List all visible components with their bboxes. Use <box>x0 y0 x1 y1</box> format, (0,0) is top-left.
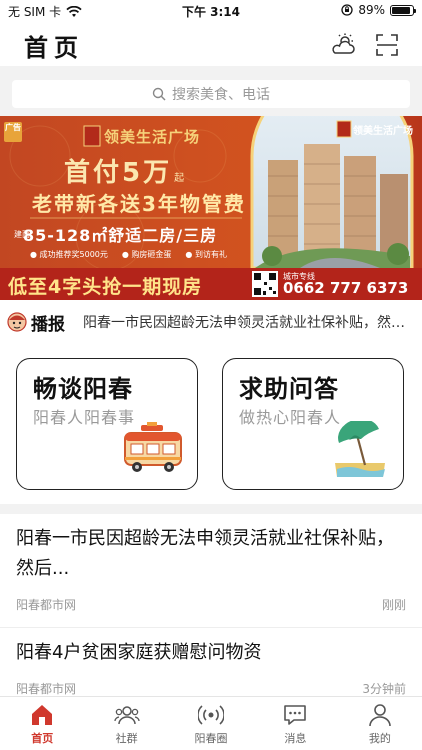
news-title: 阳春4户贫困家庭获赠慰问物资 <box>16 642 262 663</box>
status-right: 89% <box>341 3 416 17</box>
news-title: 阳春一市民因超龄无法申领灵活就业社保补贴，然后... <box>16 528 394 579</box>
tab-label: 首页 <box>31 732 54 745</box>
ad-subline: 老带新各送3年物管费 <box>32 192 246 216</box>
ad-perk: ● 成功推荐奖5000元 <box>30 250 108 259</box>
community-icon <box>113 706 140 725</box>
card-subtitle: 做热心阳春人 <box>239 408 342 427</box>
profile-icon <box>369 704 391 727</box>
ad-brand-name: 领美生活广场 <box>104 128 201 146</box>
tab-label: 我的 <box>368 732 391 745</box>
orientation-lock-icon <box>341 4 353 16</box>
ad-headline-text: 首付5万 <box>64 158 173 188</box>
scan-icon[interactable] <box>374 32 400 58</box>
building-photo <box>250 116 414 270</box>
app-header: 首页 <box>0 22 422 66</box>
search-placeholder: 搜索美食、电话 <box>172 87 270 103</box>
home-icon <box>32 705 53 725</box>
ad-perk: ● 购房砸金蛋 <box>121 250 172 259</box>
card-title: 求助问答 <box>239 375 339 403</box>
news-ticker[interactable]: 播报 阳春一市民因超龄无法申领灵活就业社保补贴，然后… <box>0 300 422 344</box>
battery-percent: 89% <box>358 3 385 17</box>
ad-size-text: 85-128㎡舒适二房/三房 <box>23 226 218 245</box>
tab-home[interactable]: 首页 <box>0 697 84 750</box>
tab-yangchun-circle[interactable]: 阳春圈 <box>169 697 253 750</box>
ad-brand-name-small: 领美生活广场 <box>353 126 413 137</box>
page-title: 首页 <box>24 34 84 62</box>
tab-profile[interactable]: 我的 <box>338 697 422 750</box>
bottom-tab-bar: 首页 社群 阳春圈 消息 我的 <box>0 696 422 750</box>
ad-banner[interactable]: 广告 领美生活广场 领美生活广场 首付5万起 老带新各送3年物管费 建面85-1… <box>0 116 422 300</box>
ticker-label: 播报 <box>31 314 65 335</box>
battery-level <box>392 6 410 14</box>
news-source: 阳春都市网 <box>16 682 77 696</box>
weather-cloud-sun-icon[interactable] <box>330 32 356 58</box>
card-subtitle: 阳春人阳春事 <box>33 408 136 427</box>
card-chat-yangchun[interactable]: 畅谈阳春 阳春人阳春事 <box>16 358 198 490</box>
ad-bottom-slogan: 低至4字头抢一期现房 <box>8 276 203 298</box>
status-bar: 无 SIM 卡 下午 3:14 89% <box>0 0 422 22</box>
message-icon <box>284 705 307 725</box>
ad-perk: ● 到访有礼 <box>185 250 227 259</box>
news-time: 刚刚 <box>381 598 406 612</box>
ad-hotline: 0662 777 6373 <box>283 279 409 297</box>
card-help-qa[interactable]: 求助问答 做热心阳春人 <box>222 358 404 490</box>
search-input[interactable]: 搜索美食、电话 <box>12 80 410 108</box>
radio-circle-icon <box>198 705 225 725</box>
battery-icon <box>390 4 416 16</box>
tab-messages[interactable]: 消息 <box>253 697 337 750</box>
feature-cards: 畅谈阳春 阳春人阳春事 求助问答 做热心阳春人 <box>0 344 422 504</box>
tab-label: 阳春圈 <box>194 732 228 745</box>
ad-headline: 首付5万起 <box>64 152 184 189</box>
ad-tag: 广告 <box>5 123 21 132</box>
news-time: 3分钟前 <box>362 682 406 696</box>
ad-headline-suffix: 起 <box>174 173 185 184</box>
ad-size-line: 建面85-128㎡舒适二房/三房 <box>14 222 217 246</box>
news-source: 阳春都市网 <box>16 598 77 612</box>
search-bar-container: 搜索美食、电话 <box>0 66 422 116</box>
section-separator <box>0 504 422 514</box>
news-list: 阳春一市民因超龄无法申领灵活就业社保补贴，然后... 阳春都市网 刚刚 阳春4户… <box>0 514 422 712</box>
ad-perks: ● 成功推荐奖5000元 ● 购房砸金蛋 ● 到访有礼 <box>30 249 227 260</box>
news-item[interactable]: 阳春一市民因超龄无法申领灵活就业社保补贴，然后... 阳春都市网 刚刚 <box>0 514 422 628</box>
tab-label: 消息 <box>284 732 307 745</box>
mascot-announcer-icon <box>7 312 27 332</box>
news-meta: 阳春都市网 刚刚 <box>16 584 406 627</box>
search-icon <box>152 87 166 101</box>
tab-label: 社群 <box>115 732 138 745</box>
beach-umbrella-icon <box>335 421 385 477</box>
ticker-text: 阳春一市民因超龄无法申领灵活就业社保补贴，然后… <box>83 315 413 331</box>
tab-community[interactable]: 社群 <box>84 697 168 750</box>
card-title: 畅谈阳春 <box>33 375 133 403</box>
ad-size-prefix: 建面 <box>14 229 30 239</box>
rv-camper-icon <box>124 422 182 472</box>
